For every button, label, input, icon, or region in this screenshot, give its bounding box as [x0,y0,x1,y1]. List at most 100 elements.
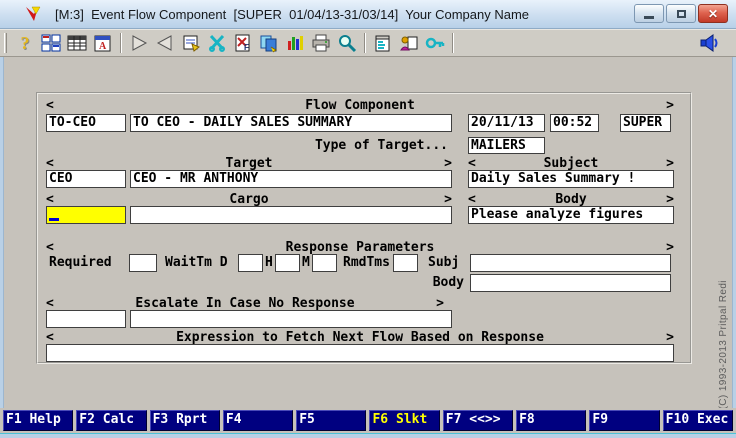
target-description-field[interactable]: CEO - MR ANTHONY [130,170,452,188]
date-field[interactable]: 20/11/13 [468,114,545,132]
key-icon[interactable] [422,31,448,55]
title-bar: [M:3] Event Flow Component [SUPER 01/04/… [0,0,736,29]
properties-icon[interactable] [178,31,204,55]
maximize-button[interactable] [666,4,696,23]
open-bracket: < [46,156,54,171]
minutes-label: M [302,255,310,270]
expression-header: < Expression to Fetch Next Flow Based on… [46,330,674,345]
open-bracket: < [468,192,476,207]
search-icon[interactable] [334,31,360,55]
cargo-header: < Cargo > [46,192,452,207]
f7-nav-button[interactable]: F7 <<>> [442,410,514,431]
type-of-target-label: Type of Target... [314,138,448,153]
cargo-header-label: Cargo [229,192,269,207]
rmdtms-field[interactable] [393,254,418,272]
waittm-label: WaitTm D [165,255,228,270]
expression-header-label: Expression to Fetch Next Flow Based on R… [176,330,544,345]
minimize-icon [644,16,654,19]
body-header-label: Body [555,192,587,207]
body-field[interactable]: Please analyze figures [468,206,674,224]
required-label: Required [49,255,112,270]
windows-grid-icon[interactable] [38,31,64,55]
table-icon[interactable] [64,31,90,55]
close-bracket: > [666,330,674,345]
time-field[interactable]: 00:52 [550,114,599,132]
minutes-field[interactable] [312,254,337,272]
close-bracket: > [666,156,674,171]
flow-component-header-label: Flow Component [305,98,415,113]
target-code-field[interactable]: CEO [46,170,126,188]
f2-calc-button[interactable]: F2 Calc [76,410,147,431]
f9-button[interactable]: F9 [589,410,660,431]
function-key-bar: F1 Help F2 Calc F3 Rprt F4 F5 F6 Slkt F7… [0,408,736,433]
response-body-field[interactable] [470,274,671,292]
open-bracket: < [46,296,54,311]
window-border-right [732,57,736,408]
target-header: < Target > [46,156,452,171]
help-icon[interactable]: ? [12,31,38,55]
f10-exec-button[interactable]: F10 Exec [662,410,733,431]
copy-pages-icon[interactable] [256,31,282,55]
flow-component-description-field[interactable]: TO CEO - DAILY SALES SUMMARY [130,114,452,132]
next-record-icon[interactable] [126,31,152,55]
find-user-icon[interactable] [396,31,422,55]
app-logo-icon [26,6,41,21]
cut-icon[interactable] [204,31,230,55]
flow-component-header: < Flow Component > [46,98,674,113]
calendar-note-icon[interactable]: A [90,31,116,55]
escalate-code-field[interactable] [46,310,126,328]
close-bracket: > [444,156,452,171]
rmdtms-label: RmdTms [343,255,390,270]
target-header-label: Target [225,156,273,171]
form-list-icon[interactable] [370,31,396,55]
minimize-button[interactable] [634,4,664,23]
f4-button[interactable]: F4 [222,410,294,431]
f8-button[interactable]: F8 [516,410,587,431]
subject-field[interactable]: Daily Sales Summary ! [468,170,674,188]
speaker-exit-icon[interactable] [696,31,722,55]
f3-rprt-button[interactable]: F3 Rprt [149,410,220,431]
response-parameters-header: < Response Parameters > [46,240,674,255]
close-button[interactable]: ✕ [698,4,728,23]
type-of-target-field[interactable]: MAILERS [468,137,545,154]
window-border-left [0,57,4,408]
expression-field[interactable] [46,344,674,362]
maximize-icon [676,9,686,18]
open-bracket: < [46,98,54,113]
close-bracket: > [666,240,674,255]
response-body-label: Body [432,275,464,290]
required-field[interactable] [129,254,157,272]
toolbar-separator [452,33,454,53]
window-border-bottom [0,433,736,438]
f1-help-button[interactable]: F1 Help [3,410,74,431]
print-icon[interactable] [308,31,334,55]
hours-label: H [265,255,273,270]
app-window: [M:3] Event Flow Component [SUPER 01/04/… [0,0,736,438]
cargo-code-field[interactable] [46,206,126,224]
flow-component-code-field[interactable]: TO-CEO [46,114,126,132]
open-bracket: < [46,192,54,207]
svg-text:F: F [244,43,249,52]
waittm-days-field[interactable] [238,254,263,272]
body-header: < Body > [468,192,674,207]
window-title: [M:3] Event Flow Component [SUPER 01/04/… [55,6,530,22]
cargo-description-field[interactable] [130,206,452,224]
copyright-text: Copyright (C) 1993-2013 Pritpal Redi [718,280,729,438]
subject-header-label: Subject [543,156,599,171]
form-panel: < Flow Component > TO-CEO TO CEO - DAILY… [36,92,692,364]
response-subj-field[interactable] [470,254,671,272]
close-bracket: > [666,98,674,113]
toolbar-separator [364,33,366,53]
escalate-description-field[interactable] [130,310,452,328]
open-bracket: < [46,240,54,255]
f6-slkt-button[interactable]: F6 Slkt [369,410,440,431]
previous-record-icon[interactable] [152,31,178,55]
hours-field[interactable] [275,254,300,272]
response-subj-label: Subj [428,255,460,270]
user-field[interactable]: SUPER [620,114,671,132]
toolbar-grip [4,33,7,53]
f5-button[interactable]: F5 [296,410,367,431]
escalate-header: < Escalate In Case No Response > [46,296,444,311]
bar-chart-icon[interactable] [282,31,308,55]
report-doc-icon[interactable]: F [230,31,256,55]
